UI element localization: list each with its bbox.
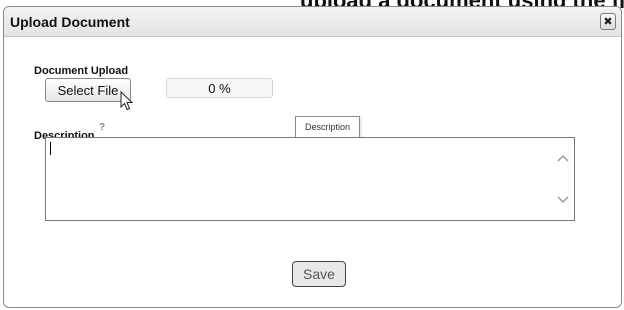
save-button[interactable]: Save: [292, 261, 346, 287]
dialog-titlebar: Upload Document ✖: [4, 7, 621, 37]
chevron-up-icon[interactable]: [556, 152, 570, 164]
dialog-title: Upload Document: [10, 14, 130, 30]
close-icon[interactable]: ✖: [600, 13, 616, 30]
select-file-button[interactable]: Select File: [45, 78, 131, 102]
upload-document-dialog: Upload Document ✖ Document Upload Select…: [3, 6, 622, 308]
chevron-down-icon[interactable]: [556, 194, 570, 206]
description-textarea[interactable]: [45, 137, 575, 221]
text-caret: [50, 142, 51, 155]
upload-progress-indicator: 0 %: [166, 78, 273, 98]
mouse-pointer-icon: [120, 91, 134, 111]
help-icon[interactable]: ?: [96, 121, 108, 133]
document-upload-label: Document Upload: [34, 65, 129, 77]
description-tooltip: Description: [295, 116, 360, 138]
